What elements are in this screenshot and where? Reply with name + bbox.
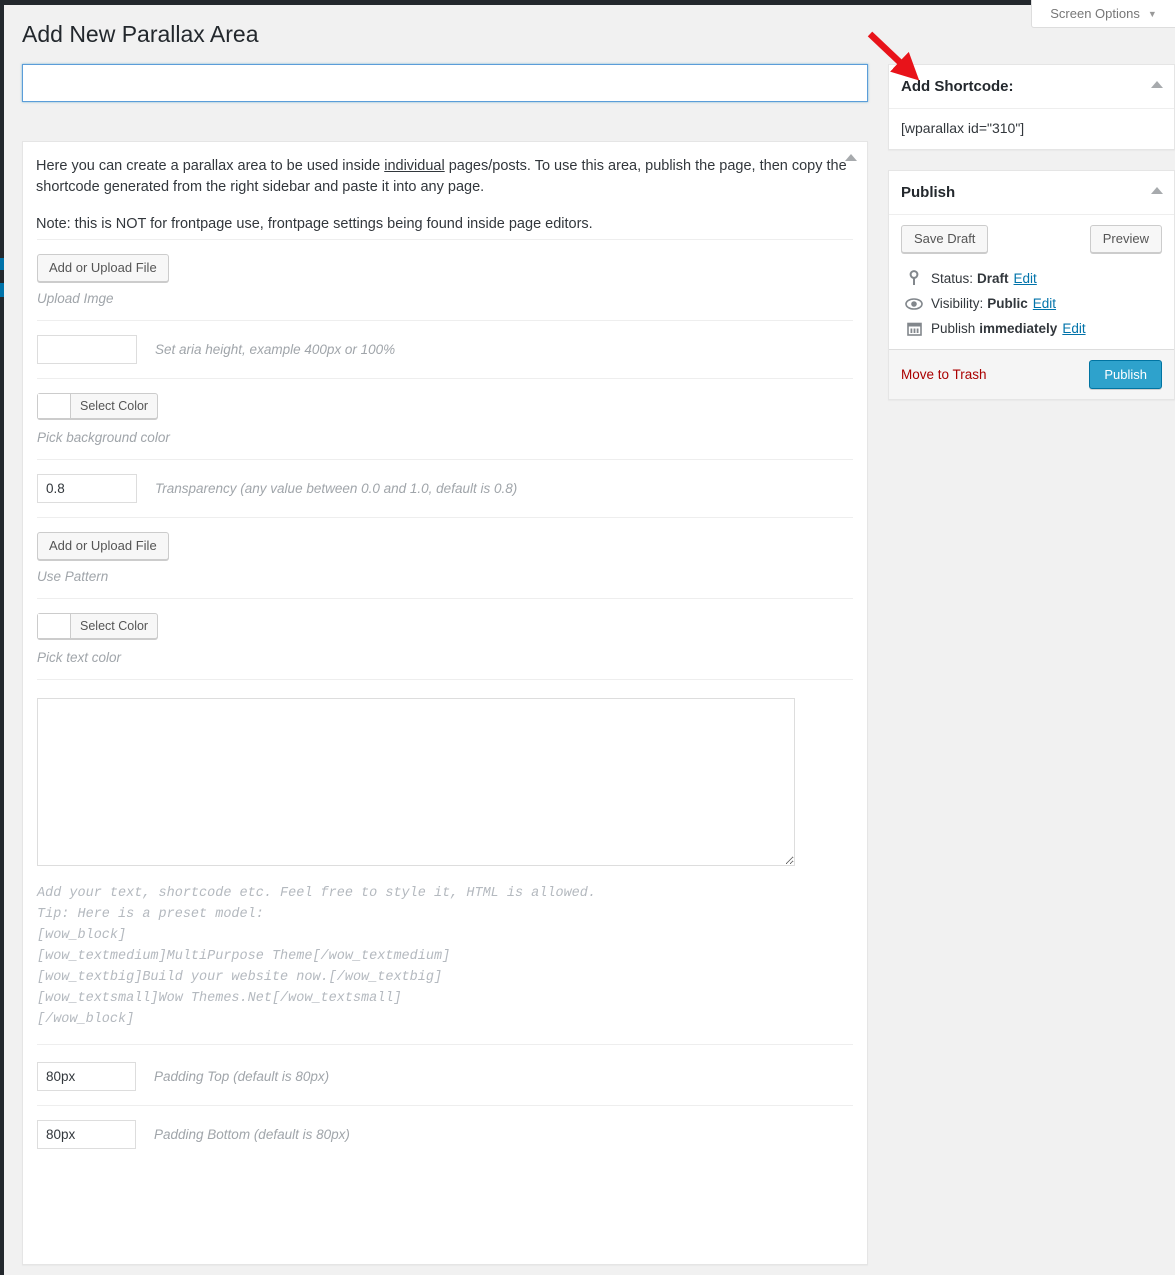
add-shortcode-title: Add Shortcode: — [901, 78, 1014, 95]
publish-title: Publish — [901, 184, 956, 201]
visibility-edit-link[interactable]: Edit — [1033, 296, 1056, 311]
row-upload-image: Add or Upload File Upload Imge — [37, 239, 853, 320]
chevron-up-icon[interactable] — [1151, 81, 1163, 88]
upload-pattern-button[interactable]: Add or Upload File — [37, 532, 169, 560]
background-color-picker[interactable]: Select Color — [37, 393, 159, 419]
preview-button[interactable]: Preview — [1089, 225, 1162, 253]
page-title: Add New Parallax Area — [22, 21, 259, 47]
schedule-row: Publish immediately Edit — [901, 316, 1162, 341]
row-background-color: Select Color Pick background color — [37, 378, 853, 459]
move-to-trash-link[interactable]: Move to Trash — [901, 367, 987, 382]
padding-top-hint: Padding Top (default is 80px) — [154, 1069, 330, 1084]
content-help-text: Add your text, shortcode etc. Feel free … — [37, 883, 853, 1030]
intro-paragraph-1: Here you can create a parallax area to b… — [36, 156, 851, 198]
calendar-icon — [903, 321, 925, 336]
text-color-button-label: Select Color — [80, 619, 149, 633]
intro-text-part1: Here you can create a parallax area to b… — [36, 158, 385, 174]
row-transparency: Transparency (any value between 0.0 and … — [37, 459, 853, 517]
padding-bottom-input[interactable] — [37, 1120, 136, 1149]
content-help-line: [wow_textbig]Build your website now.[/wo… — [37, 970, 443, 985]
intro-emphasis: individual — [384, 158, 445, 174]
pattern-hint: Use Pattern — [37, 569, 109, 584]
status-value: Draft — [977, 270, 1009, 286]
intro-paragraph-2: Note: this is NOT for frontpage use, fro… — [36, 216, 593, 232]
text-color-picker[interactable]: Select Color — [37, 613, 159, 639]
row-content: Add your text, shortcode etc. Feel free … — [37, 679, 853, 1044]
area-height-hint: Set aria height, example 400px or 100% — [155, 342, 396, 357]
background-color-button-label: Select Color — [80, 399, 149, 413]
post-title-input[interactable] — [22, 64, 868, 102]
row-padding-top: Padding Top (default is 80px) — [37, 1044, 853, 1105]
eye-icon — [903, 297, 925, 311]
publish-footer: Move to Trash Publish — [889, 349, 1174, 399]
chevron-up-icon[interactable] — [845, 154, 857, 161]
row-pattern: Add or Upload File Use Pattern — [37, 517, 853, 598]
padding-top-input[interactable] — [37, 1062, 136, 1091]
status-edit-link[interactable]: Edit — [1014, 271, 1037, 286]
status-label: Status: — [931, 270, 974, 286]
transparency-hint: Transparency (any value between 0.0 and … — [155, 481, 518, 496]
row-area-height: Set aria height, example 400px or 100% — [37, 320, 853, 378]
schedule-value: immediately — [979, 321, 1058, 336]
padding-bottom-hint: Padding Bottom (default is 80px) — [154, 1127, 350, 1142]
content-help-line: Add your text, shortcode etc. Feel free … — [37, 886, 596, 901]
publish-header: Publish — [889, 171, 1174, 215]
settings-rows: Add or Upload File Upload Imge Set aria … — [23, 239, 867, 1163]
admin-menu-highlight — [0, 283, 4, 297]
add-shortcode-box: Add Shortcode: [wparallax id="310"] — [888, 64, 1175, 150]
admin-menu-rail[interactable] — [0, 5, 4, 1275]
upload-image-button[interactable]: Add or Upload File — [37, 254, 169, 282]
publish-button[interactable]: Publish — [1089, 360, 1162, 389]
sidebar: Add Shortcode: [wparallax id="310"] Publ… — [888, 0, 1175, 420]
admin-menu-highlight — [0, 258, 4, 270]
publish-box: Publish Save Draft Preview Status: Draft… — [888, 170, 1175, 400]
content-help-line: [wow_textsmall]Wow Themes.Net[/wow_texts… — [37, 991, 402, 1006]
publish-body: Save Draft Preview Status: Draft Edit Vi… — [889, 215, 1174, 349]
schedule-edit-link[interactable]: Edit — [1062, 321, 1085, 336]
schedule-label: Publish — [931, 321, 976, 336]
area-height-input[interactable] — [37, 335, 137, 364]
content-textarea[interactable] — [37, 698, 795, 866]
background-color-swatch[interactable] — [38, 394, 71, 418]
row-text-color: Select Color Pick text color — [37, 598, 853, 679]
chevron-up-icon[interactable] — [1151, 187, 1163, 194]
add-shortcode-header: Add Shortcode: — [889, 65, 1174, 109]
pin-icon — [903, 270, 925, 286]
background-color-hint: Pick background color — [37, 430, 170, 445]
status-row: Status: Draft Edit — [901, 265, 1162, 291]
shortcode-value[interactable]: [wparallax id="310"] — [889, 109, 1174, 149]
content-help-line: [wow_textmedium]MultiPurpose Theme[/wow_… — [37, 949, 451, 964]
transparency-input[interactable] — [37, 474, 137, 503]
title-field-wrapper — [22, 64, 868, 102]
content-help-line: Tip: Here is a preset model: — [37, 907, 264, 922]
text-color-hint: Pick text color — [37, 650, 122, 665]
panel-intro: Here you can create a parallax area to b… — [23, 142, 867, 239]
row-padding-bottom: Padding Bottom (default is 80px) — [37, 1105, 853, 1163]
visibility-row: Visibility: Public Edit — [901, 291, 1162, 316]
text-color-swatch[interactable] — [38, 614, 71, 638]
content-help-line: [/wow_block] — [37, 1012, 135, 1027]
upload-image-hint: Upload Imge — [37, 291, 114, 306]
publish-actions: Save Draft Preview — [901, 225, 1162, 253]
parallax-settings-panel: Here you can create a parallax area to b… — [22, 141, 868, 1265]
content-help-line: [wow_block] — [37, 928, 127, 943]
visibility-value: Public — [987, 296, 1028, 311]
visibility-label: Visibility: — [931, 296, 984, 311]
save-draft-button[interactable]: Save Draft — [901, 225, 989, 253]
